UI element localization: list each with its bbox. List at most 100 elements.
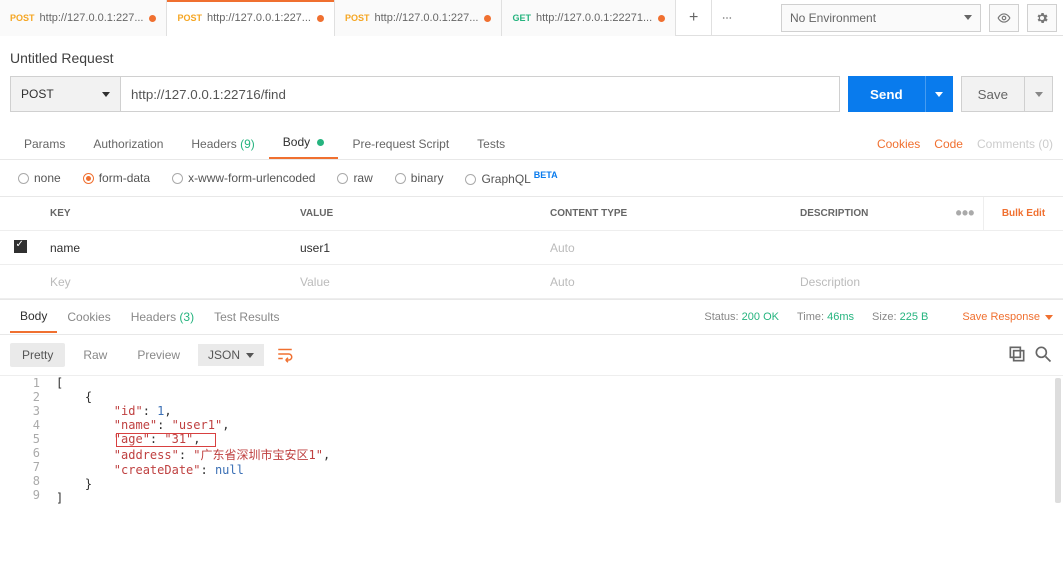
chevron-down-icon [102,92,110,97]
unsaved-dot-icon [658,15,665,22]
row-checkbox[interactable] [14,240,27,253]
chevron-down-icon [964,15,972,20]
send-button[interactable]: Send [848,76,925,112]
resp-tab-body[interactable]: Body [10,301,57,333]
row-key-input[interactable]: name [40,241,290,255]
tab-params[interactable]: Params [10,129,79,159]
kv-row-empty: Key Value Auto Description [0,265,1063,299]
request-tab-2[interactable]: POST http://127.0.0.1:227... [335,0,502,36]
tab-tests[interactable]: Tests [463,129,519,159]
request-tab-3[interactable]: GET http://127.0.0.1:22271... [502,0,676,36]
columns-options-button[interactable]: ••• [947,203,983,224]
bodytype-graphql[interactable]: GraphQL BETA [465,170,557,186]
response-toolbar: Pretty Raw Preview JSON [0,335,1063,376]
search-icon [1033,344,1053,364]
row-value-input[interactable]: user1 [290,241,540,255]
col-value: VALUE [290,208,540,219]
method-badge: GET [512,13,531,23]
code-link[interactable]: Code [934,137,963,151]
quick-look-button[interactable] [989,4,1019,32]
tab-body[interactable]: Body [269,127,339,159]
scrollbar[interactable] [1055,378,1061,503]
tab-label: http://127.0.0.1:227... [374,12,478,24]
settings-button[interactable] [1027,4,1057,32]
bodytype-xwww[interactable]: x-www-form-urlencoded [172,171,315,185]
method-select[interactable]: POST [10,76,120,112]
method-badge: POST [10,13,35,23]
add-tab-button[interactable]: + [676,0,712,35]
empty-value-input[interactable]: Value [290,275,540,289]
environment-label: No Environment [790,11,876,25]
bodytype-raw[interactable]: raw [337,171,372,185]
row-type-input[interactable]: Auto [540,241,790,255]
radio-icon [337,173,348,184]
tab-headers[interactable]: Headers (9) [177,129,268,159]
url-input[interactable] [120,76,840,112]
headers-count: (9) [240,137,255,151]
method-badge: POST [345,13,370,23]
chevron-down-icon [246,353,254,358]
wrap-icon [276,345,294,363]
bulk-edit-button[interactable]: Bulk Edit [983,197,1063,230]
beta-badge: BETA [534,170,558,180]
bodytype-none[interactable]: none [18,171,61,185]
chevron-down-icon [1035,92,1043,97]
request-tab-1[interactable]: POST http://127.0.0.1:227... [167,0,334,36]
view-pretty-button[interactable]: Pretty [10,343,65,367]
save-button[interactable]: Save [961,76,1025,112]
request-title: Untitled Request [0,36,1063,76]
method-value: POST [21,87,54,101]
tabs-strip: POST http://127.0.0.1:227... POST http:/… [0,0,775,35]
tab-headers-label: Headers [191,137,236,151]
request-tab-0[interactable]: POST http://127.0.0.1:227... [0,0,167,36]
search-response-button[interactable] [1033,344,1053,367]
response-body[interactable]: 123456789 [ { "id": 1, "name": "user1", … [0,376,1063,505]
gear-icon [1035,11,1049,25]
unsaved-dot-icon [484,15,491,22]
resp-tab-tests[interactable]: Test Results [204,302,289,332]
tab-prerequest[interactable]: Pre-request Script [338,129,463,159]
size-value: 225 B [900,311,929,323]
resp-tab-cookies[interactable]: Cookies [57,302,120,332]
empty-desc-input[interactable]: Description [790,275,1063,289]
copy-icon [1007,344,1027,364]
line-gutter: 123456789 [0,376,50,505]
save-response-button[interactable]: Save Response [962,311,1053,323]
copy-button[interactable] [1007,344,1027,367]
format-select[interactable]: JSON [198,344,264,366]
view-preview-button[interactable]: Preview [125,343,192,367]
cookies-link[interactable]: Cookies [877,137,920,151]
highlight-box [116,433,216,447]
tab-overflow-button[interactable] [712,0,742,35]
right-links: Cookies Code Comments (0) [877,137,1053,159]
col-type: CONTENT TYPE [540,208,790,219]
tab-authorization[interactable]: Authorization [79,129,177,159]
send-options-button[interactable] [925,76,953,112]
kv-header: KEY VALUE CONTENT TYPE DESCRIPTION ••• B… [0,197,1063,231]
method-badge: POST [177,13,202,23]
empty-key-input[interactable]: Key [40,275,290,289]
comments-link[interactable]: Comments (0) [977,137,1053,151]
view-raw-button[interactable]: Raw [71,343,119,367]
environment-select[interactable]: No Environment [781,4,981,32]
status-value: 200 OK [742,311,779,323]
radio-icon [83,173,94,184]
resp-tab-headers[interactable]: Headers (3) [121,302,204,332]
response-status: Status: 200 OK Time: 46ms Size: 225 B Sa… [704,311,1053,323]
bodytype-binary[interactable]: binary [395,171,444,185]
time-value: 46ms [827,311,854,323]
bodytype-formdata[interactable]: form-data [83,171,150,185]
tab-label: http://127.0.0.1:227... [40,12,144,24]
body-dot-icon [317,139,324,146]
response-tabs-row: Body Cookies Headers (3) Test Results St… [0,299,1063,335]
tab-body-label: Body [283,135,310,149]
environment-section: No Environment [775,0,1063,35]
radio-icon [465,174,476,185]
kv-row: name user1 Auto [0,231,1063,265]
formdata-table: KEY VALUE CONTENT TYPE DESCRIPTION ••• B… [0,196,1063,299]
url-row: POST Send Save [0,76,1063,124]
save-options-button[interactable] [1025,76,1053,112]
empty-type-input[interactable]: Auto [540,275,790,289]
eye-icon [997,11,1011,25]
wrap-lines-button[interactable] [276,345,294,366]
